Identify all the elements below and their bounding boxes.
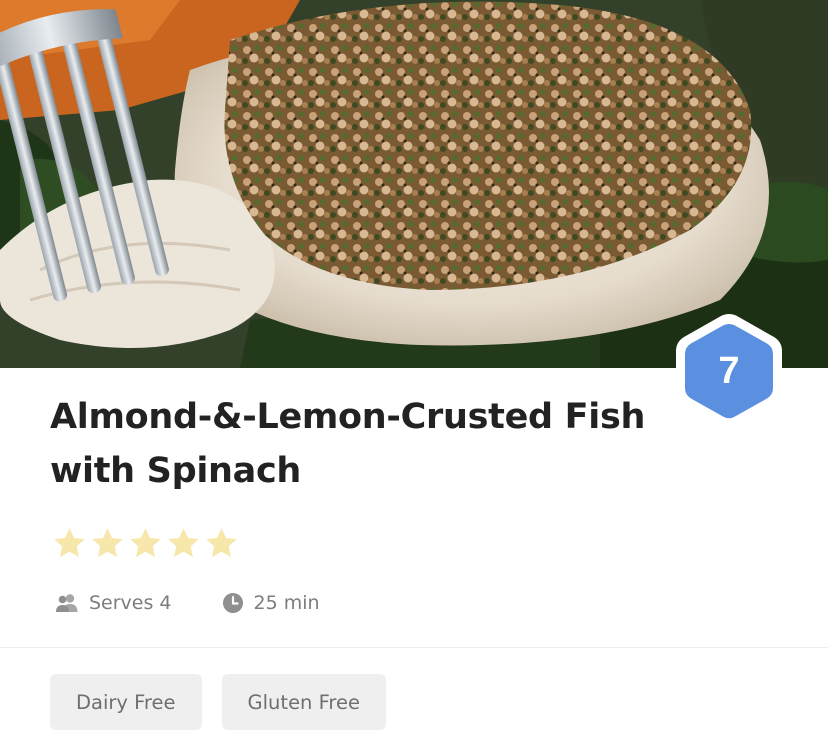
star-icon[interactable] [52, 526, 87, 561]
clock-icon [222, 593, 243, 613]
section-divider [0, 647, 828, 648]
recipe-title: Almond-&-Lemon-Crusted Fish with Spinach [50, 397, 646, 491]
tag-gluten-free[interactable]: Gluten Free [221, 674, 386, 730]
star-icon[interactable] [204, 526, 239, 561]
time-label: 25 min [253, 592, 320, 614]
diet-tags: Dairy Free Gluten Free [50, 674, 386, 730]
recipe-meta: Serves 4 25 min [55, 592, 320, 614]
badge-value: 7 [718, 349, 740, 392]
star-icon[interactable] [128, 526, 163, 561]
recipe-score-badge: 7 [674, 312, 784, 430]
time-info: 25 min [222, 592, 320, 614]
serves-label: Serves 4 [89, 592, 172, 614]
star-icon[interactable] [90, 526, 125, 561]
people-icon [56, 594, 78, 612]
star-icon[interactable] [166, 526, 201, 561]
star-rating[interactable] [52, 526, 239, 561]
tag-dairy-free[interactable]: Dairy Free [50, 674, 202, 730]
serves-info: Serves 4 [55, 592, 172, 614]
